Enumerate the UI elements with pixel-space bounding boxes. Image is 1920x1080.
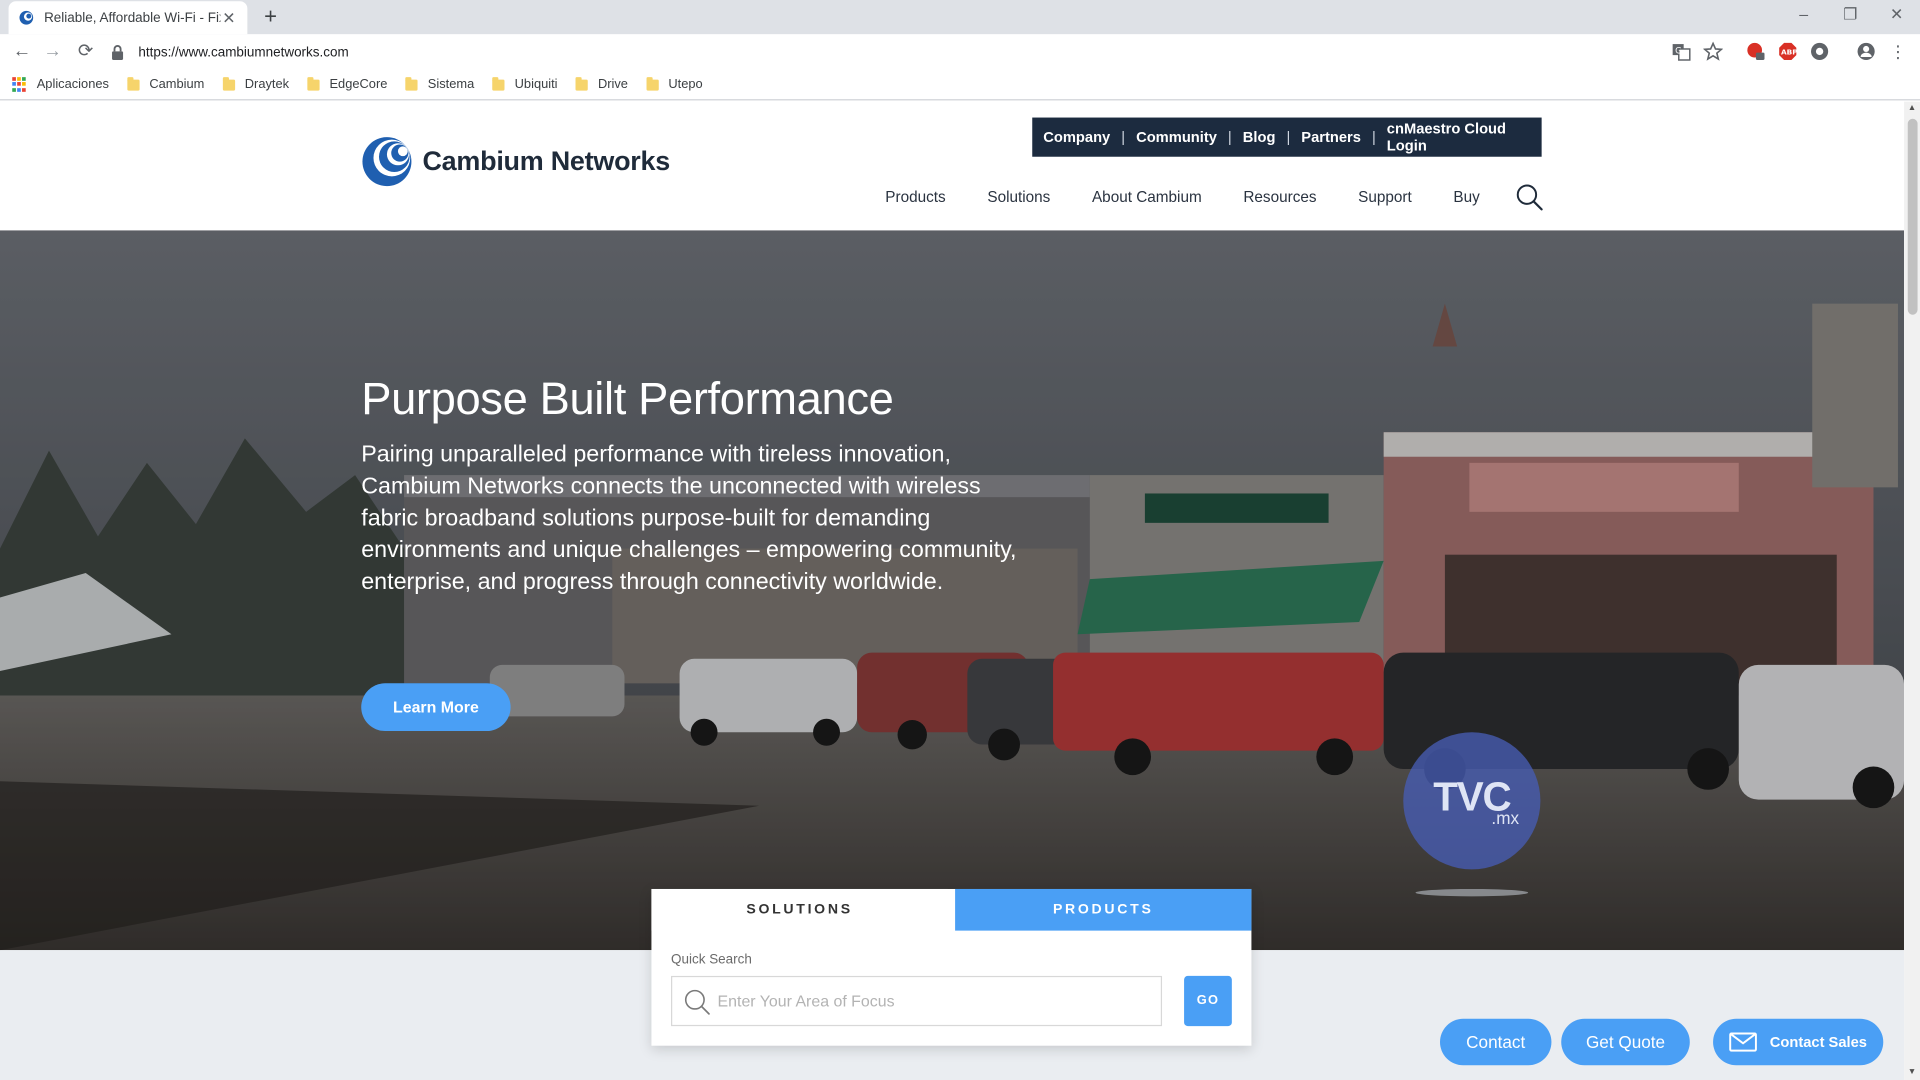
folder-icon [405, 76, 418, 91]
learn-more-button[interactable]: Learn More [361, 683, 511, 732]
nav-resources[interactable]: Resources [1243, 189, 1316, 206]
bookmark-label: Sistema [427, 77, 475, 92]
hero-title: Purpose Built Performance [361, 373, 894, 424]
tab-close-icon[interactable]: ✕ [220, 8, 237, 28]
bookmark-label: Aplicaciones [36, 77, 109, 92]
utility-link-blog[interactable]: Blog [1232, 129, 1287, 146]
nav-buy[interactable]: Buy [1453, 189, 1479, 206]
site-header: Cambium Networks Company | Community | B… [0, 101, 1905, 231]
bookmark-label: EdgeCore [329, 77, 388, 92]
scroll-down-arrow-icon[interactable]: ▼ [1904, 1065, 1920, 1080]
quick-search-input[interactable] [717, 991, 1134, 1011]
bookmark-label: Utepo [668, 77, 703, 92]
bookmark-item[interactable]: Cambium [127, 76, 205, 92]
tab-products[interactable]: PRODUCTS [955, 888, 1252, 931]
nav-solutions[interactable]: Solutions [987, 189, 1050, 206]
bookmark-item[interactable]: Sistema [405, 76, 475, 92]
address-bar[interactable]: https://www.cambiumnetworks.com [110, 38, 1837, 66]
cambium-favicon-icon [19, 10, 34, 25]
folder-icon [575, 76, 589, 91]
bookmark-item[interactable]: Draytek [222, 76, 290, 92]
watermark-shadow [1415, 888, 1529, 897]
get-quote-button[interactable]: Get Quote [1561, 1018, 1690, 1066]
folder-icon [307, 76, 320, 91]
bookmark-item[interactable]: Drive [575, 76, 628, 92]
cambium-logo-icon [362, 137, 412, 187]
bookmark-label: Draytek [244, 77, 290, 92]
bookmarks-bar: Aplicaciones Cambium Draytek EdgeCore Si… [0, 69, 1920, 101]
tab-title: Reliable, Affordable Wi-Fi - Fixed [44, 10, 220, 26]
extension-red-icon[interactable] [1746, 42, 1766, 62]
bookmark-star-icon[interactable] [1703, 41, 1723, 62]
utility-link-cnmaestro[interactable]: cnMaestro Cloud Login [1376, 120, 1542, 154]
scrollbar-thumb[interactable] [1907, 118, 1918, 315]
window-controls: – ❐ ✕ [1780, 0, 1920, 34]
quick-search-label: Quick Search [671, 952, 752, 968]
translate-icon[interactable]: G [1671, 42, 1691, 62]
profile-icon[interactable] [1856, 42, 1876, 62]
web-page: Cambium Networks Company | Community | B… [0, 101, 1905, 1080]
bookmark-label: Ubiquiti [514, 77, 558, 92]
bookmark-label: Drive [597, 77, 628, 92]
tab-solutions[interactable]: SOLUTIONS [651, 888, 948, 931]
nav-support[interactable]: Support [1358, 189, 1412, 206]
bookmark-item[interactable]: EdgeCore [307, 76, 388, 92]
reload-button[interactable]: ⟳ [73, 40, 97, 64]
utility-nav: Company | Community | Blog | Partners | … [1032, 117, 1542, 157]
extension-shield-icon[interactable] [1810, 42, 1830, 62]
folder-icon [222, 76, 235, 91]
new-tab-button[interactable]: + [257, 4, 284, 31]
folder-icon [492, 76, 505, 91]
browser-tab[interactable]: Reliable, Affordable Wi-Fi - Fixed ✕ [8, 1, 248, 35]
tvc-watermark-text: TVC [1433, 773, 1511, 820]
nav-products[interactable]: Products [885, 189, 945, 206]
folder-icon [646, 76, 659, 91]
svg-text:G: G [1675, 46, 1682, 56]
hero-banner: Purpose Built Performance Pairing unpara… [0, 230, 1905, 951]
nav-about-cambium[interactable]: About Cambium [1092, 189, 1202, 206]
back-button[interactable]: ← [10, 40, 34, 64]
utility-link-community[interactable]: Community [1125, 129, 1228, 146]
quick-search-field[interactable] [671, 975, 1163, 1027]
restore-button[interactable]: ❐ [1827, 0, 1874, 34]
quick-search-panel: SOLUTIONS PRODUCTS Quick Search GO [651, 888, 1252, 1046]
screen: Reliable, Affordable Wi-Fi - Fixed ✕ + –… [0, 0, 1920, 1080]
logo-wordmark: Cambium Networks [422, 145, 671, 177]
tvc-watermark-domain: .mx [1491, 808, 1520, 828]
search-icon[interactable] [1516, 184, 1543, 211]
utility-link-company[interactable]: Company [1032, 129, 1121, 146]
minimize-button[interactable]: – [1780, 0, 1827, 34]
hero-description: Pairing unparalleled performance with ti… [361, 442, 1017, 596]
tvc-watermark-logo: TVC .mx [1403, 732, 1541, 870]
contact-button[interactable]: Contact [1440, 1018, 1552, 1066]
adblock-icon[interactable]: ABP [1778, 42, 1798, 62]
bookmark-label: Cambium [149, 77, 205, 92]
search-icon [684, 989, 710, 1015]
folder-icon [127, 76, 140, 91]
go-button[interactable]: GO [1184, 975, 1232, 1027]
bookmark-item[interactable]: Ubiquiti [492, 76, 558, 92]
svg-text:ABP: ABP [1781, 47, 1798, 56]
forward-button[interactable]: → [40, 40, 64, 64]
bookmark-item[interactable]: Utepo [646, 76, 703, 92]
close-window-button[interactable]: ✕ [1873, 0, 1920, 34]
url-text: https://www.cambiumnetworks.com [138, 44, 349, 60]
contact-sales-label: Contact Sales [1769, 1033, 1867, 1051]
browser-toolbar: ← → ⟳ https://www.cambiumnetworks.com G … [0, 34, 1920, 70]
site-logo[interactable]: Cambium Networks [361, 135, 670, 189]
browser-tabstrip: Reliable, Affordable Wi-Fi - Fixed ✕ + –… [0, 0, 1920, 35]
apps-grid-icon [12, 77, 27, 92]
bookmark-item[interactable]: Aplicaciones [12, 77, 109, 92]
lock-icon [112, 44, 124, 60]
main-nav: Products Solutions About Cambium Resourc… [885, 189, 1521, 206]
page-scrollbar[interactable]: ▲ ▼ [1904, 101, 1920, 1080]
envelope-icon [1729, 1032, 1758, 1052]
browser-menu-button[interactable]: ⋮ [1886, 40, 1910, 64]
contact-sales-button[interactable]: Contact Sales [1713, 1018, 1884, 1066]
utility-link-partners[interactable]: Partners [1290, 129, 1372, 146]
scroll-up-arrow-icon[interactable]: ▲ [1904, 102, 1920, 117]
